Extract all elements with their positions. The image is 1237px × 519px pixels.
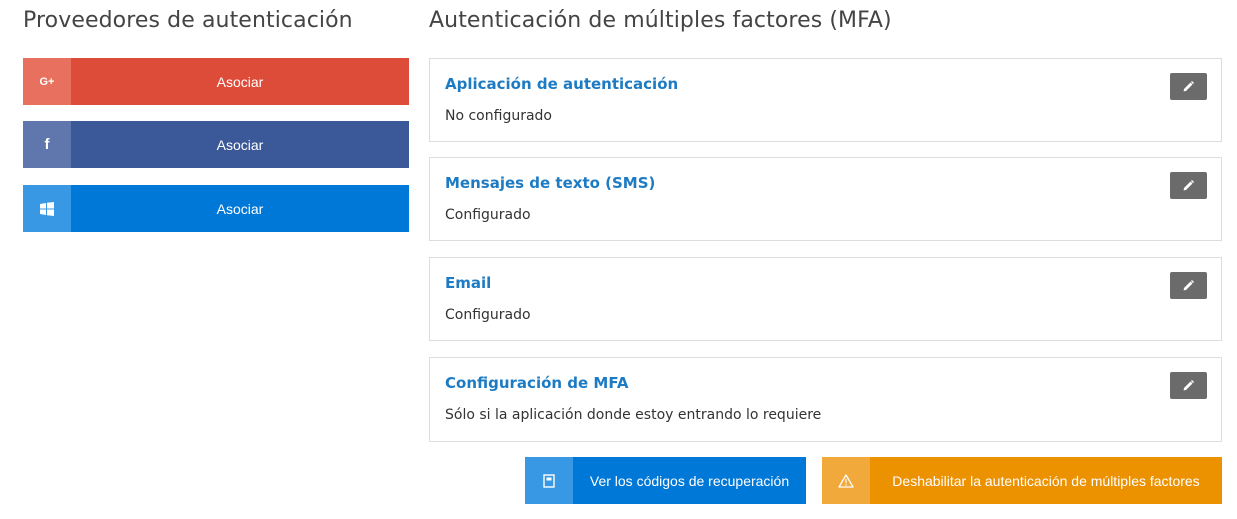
warning-icon bbox=[822, 457, 870, 504]
edit-sms-button[interactable] bbox=[1170, 172, 1207, 199]
mfa-card-title: Mensajes de texto (SMS) bbox=[445, 174, 656, 192]
microsoft-associate-label: Asociar bbox=[71, 185, 409, 232]
mfa-card-title: Configuración de MFA bbox=[445, 374, 629, 392]
microsoft-associate-button[interactable]: Asociar bbox=[23, 185, 409, 232]
disable-mfa-button[interactable]: Deshabilitar la autenticación de múltipl… bbox=[822, 457, 1222, 504]
document-icon bbox=[525, 457, 573, 504]
mfa-card-settings: Configuración de MFA Sólo si la aplicaci… bbox=[429, 357, 1222, 442]
mfa-card-sms: Mensajes de texto (SMS) Configurado bbox=[429, 157, 1222, 241]
windows-icon bbox=[23, 185, 71, 232]
facebook-associate-button[interactable]: f Asociar bbox=[23, 121, 409, 168]
google-plus-icon: G+ bbox=[23, 58, 71, 105]
google-associate-button[interactable]: G+ Asociar bbox=[23, 58, 409, 105]
pencil-icon bbox=[1183, 380, 1194, 391]
pencil-icon bbox=[1183, 81, 1194, 92]
mfa-title: Autenticación de múltiples factores (MFA… bbox=[429, 8, 892, 33]
edit-email-button[interactable] bbox=[1170, 272, 1207, 299]
mfa-card-authenticator-app: Aplicación de autenticación No configura… bbox=[429, 58, 1222, 142]
pencil-icon bbox=[1183, 180, 1194, 191]
view-recovery-codes-label: Ver los códigos de recuperación bbox=[573, 457, 806, 504]
mfa-card-status: Sólo si la aplicación donde estoy entran… bbox=[445, 407, 822, 423]
edit-authenticator-app-button[interactable] bbox=[1170, 73, 1207, 100]
auth-providers-title: Proveedores de autenticación bbox=[23, 8, 353, 33]
mfa-card-status: Configurado bbox=[445, 307, 531, 323]
mfa-card-title: Email bbox=[445, 274, 492, 292]
facebook-icon: f bbox=[23, 121, 71, 168]
facebook-associate-label: Asociar bbox=[71, 121, 409, 168]
account-security-page: Proveedores de autenticación G+ Asociar … bbox=[0, 0, 1237, 519]
mfa-card-email: Email Configurado bbox=[429, 257, 1222, 341]
mfa-card-title: Aplicación de autenticación bbox=[445, 75, 679, 93]
disable-mfa-label: Deshabilitar la autenticación de múltipl… bbox=[870, 457, 1222, 504]
mfa-card-status: Configurado bbox=[445, 207, 531, 223]
view-recovery-codes-button[interactable]: Ver los códigos de recuperación bbox=[525, 457, 806, 504]
google-associate-label: Asociar bbox=[71, 58, 409, 105]
pencil-icon bbox=[1183, 280, 1194, 291]
mfa-card-status: No configurado bbox=[445, 108, 552, 124]
edit-mfa-settings-button[interactable] bbox=[1170, 372, 1207, 399]
